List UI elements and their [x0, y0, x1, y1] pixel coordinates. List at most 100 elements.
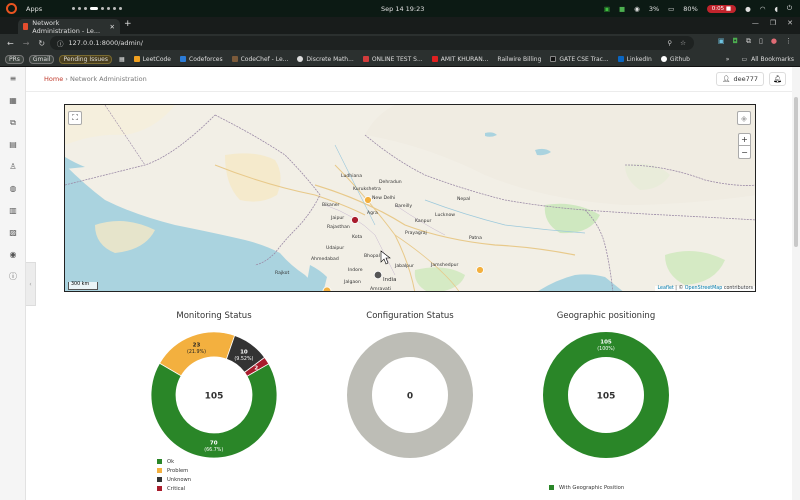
map-marker-problem[interactable]: [322, 286, 332, 292]
forward-icon[interactable]: →: [23, 39, 30, 48]
hamburger-menu-icon[interactable]: ≡: [8, 74, 18, 83]
back-icon[interactable]: ←: [7, 39, 14, 48]
osm-link[interactable]: OpenStreetMap: [685, 286, 723, 291]
extension-icon[interactable]: ▣: [718, 37, 725, 46]
bookmark-github[interactable]: Github: [659, 56, 692, 63]
map-place-label: Ahmedabad: [311, 257, 339, 262]
apps-label[interactable]: Apps: [26, 5, 42, 13]
extension-green-icon[interactable]: ◘: [732, 37, 738, 46]
map-attribution: Leaflet | © OpenStreetMap contributors: [655, 286, 755, 291]
bookmark-codechef[interactable]: CodeChef - Le...: [230, 56, 291, 63]
url-text[interactable]: 127.0.0.1:8000/admin/: [69, 39, 144, 47]
map-place-label: Dehradun: [379, 180, 402, 185]
profile-avatar-icon[interactable]: ●: [771, 37, 777, 46]
geographic-map[interactable]: Ludhiana Dehradun Kurukshetra New Delhi …: [64, 104, 756, 292]
legend-swatch: [549, 485, 554, 490]
legend-item-with-geographic-position[interactable]: With Geographic Position: [549, 483, 624, 492]
bookmark-railwire[interactable]: Railwire Billing: [495, 56, 543, 63]
layers-button[interactable]: ◈: [737, 111, 751, 125]
hierarchy-icon[interactable]: ♙: [8, 162, 18, 171]
ubuntu-logo-icon[interactable]: [6, 3, 17, 14]
minimize-icon[interactable]: —: [752, 19, 759, 27]
fullscreen-button[interactable]: ⛶: [68, 111, 82, 125]
map-place-label: Kurukshetra: [353, 187, 381, 192]
map-marker-critical[interactable]: [351, 216, 359, 224]
clock[interactable]: Sep 14 19:23: [381, 5, 424, 13]
configuration-status-chart[interactable]: 0: [340, 325, 480, 465]
legend-item-problem[interactable]: Problem: [157, 466, 191, 475]
monitoring-status-title: Monitoring Status: [176, 311, 252, 321]
dashboard-icon[interactable]: ▦: [8, 96, 18, 105]
sidepanel-icon[interactable]: ▯: [759, 37, 763, 46]
user-menu-button[interactable]: 👤︎ dee777: [716, 72, 764, 86]
legend-swatch: [157, 459, 162, 464]
monitoring-status-chart[interactable]: 70(66.7%) 23(21.9%) 10(9.52%)2 105: [144, 325, 284, 465]
address-bar[interactable]: ⓘ 127.0.0.1:8000/admin/ ⚲ ☆: [50, 36, 694, 50]
power-icon[interactable]: ⏻: [787, 4, 792, 13]
codeforces-icon: [180, 56, 186, 62]
zoom-in-button[interactable]: +: [738, 133, 751, 146]
bookmark-prs[interactable]: PRs: [5, 54, 24, 64]
username: dee777: [733, 75, 758, 83]
all-bookmarks-label[interactable]: All Bookmarks: [751, 56, 794, 63]
slice-label: 10: [240, 349, 248, 355]
volume-icon[interactable]: ◖: [774, 5, 777, 13]
legend-item-critical[interactable]: Critical: [157, 484, 191, 493]
bookmark-leetcode[interactable]: LeetCode: [132, 56, 173, 63]
extensions-puzzle-icon[interactable]: ⧉: [746, 37, 751, 46]
bookmark-star-icon[interactable]: ☆: [680, 39, 686, 47]
gate-icon: [550, 56, 557, 62]
close-window-icon[interactable]: ✕: [787, 19, 793, 27]
legend-label: Problem: [167, 467, 189, 474]
map-marker-problem[interactable]: [476, 266, 484, 274]
legend-swatch: [157, 468, 162, 473]
legend-item-unknown[interactable]: Unknown: [157, 475, 191, 484]
documents-icon[interactable]: ▤: [8, 140, 18, 149]
bookmark-gmail[interactable]: Gmail: [28, 54, 55, 64]
info-icon[interactable]: ⓘ: [8, 272, 18, 281]
restore-icon[interactable]: ❐: [770, 19, 776, 27]
legend-item-ok[interactable]: Ok: [157, 457, 191, 466]
fullscreen-icon: ⛶: [72, 113, 78, 122]
zoom-out-button[interactable]: −: [738, 146, 751, 159]
bookmark-gate-cse[interactable]: GATE CSE Trac...: [548, 56, 610, 63]
bookmark-linkedin[interactable]: LinkedIn: [616, 56, 654, 63]
tray-app-icon[interactable]: ▣: [604, 5, 610, 13]
leaflet-link[interactable]: Leaflet: [657, 286, 673, 291]
sidebar-collapse-toggle[interactable]: ‹: [26, 262, 36, 306]
browser-tab[interactable]: Network Administration - Le... ✕: [18, 19, 120, 35]
slice-label: (21.9%): [187, 349, 206, 355]
more-bookmarks-icon[interactable]: »: [726, 56, 730, 63]
network-topology-icon[interactable]: ⧉: [8, 118, 18, 127]
new-tab-icon[interactable]: +: [124, 19, 132, 29]
bookmark-discrete-math[interactable]: Discrete Math...: [295, 56, 355, 63]
bookmark-apps-grid[interactable]: ▦: [117, 56, 127, 63]
breadcrumb-home-link[interactable]: Home: [44, 75, 63, 83]
site-info-icon[interactable]: ⓘ: [57, 38, 64, 48]
zoom-search-icon[interactable]: ⚲: [667, 39, 672, 47]
map-place-label: Prayagraj: [405, 231, 427, 236]
map-marker-unknown[interactable]: [373, 270, 383, 280]
page-scrollbar[interactable]: [792, 67, 800, 500]
scrollbar-thumb[interactable]: [794, 97, 798, 247]
wifi-icon[interactable]: ◠: [760, 5, 766, 13]
screen-recording-indicator[interactable]: 0:05 ■: [706, 4, 737, 13]
menu-kebab-icon[interactable]: ⋮: [785, 37, 792, 46]
bookmark-amit-khurana[interactable]: AMIT KHURAN...: [430, 56, 491, 63]
tray-green-icon[interactable]: ■: [619, 5, 625, 13]
bookmark-pending-issues[interactable]: Pending Issues: [59, 54, 112, 64]
map-marker-problem[interactable]: [364, 196, 372, 204]
workspace-indicator[interactable]: [72, 7, 123, 10]
bookmark-online-test[interactable]: ONLINE TEST S...: [361, 56, 425, 63]
legend-label: Critical: [167, 485, 186, 492]
reports-icon[interactable]: ▨: [8, 228, 18, 237]
map-place-label: Jalgaon: [344, 280, 361, 285]
close-tab-icon[interactable]: ✕: [110, 23, 115, 31]
notifications-button[interactable]: 🔔︎: [769, 72, 786, 86]
location-pin-icon[interactable]: ◉: [8, 250, 18, 259]
geographic-positioning-chart[interactable]: 105(100%)105: [536, 325, 676, 465]
globe-icon[interactable]: ◍: [8, 184, 18, 193]
templates-icon[interactable]: ▥: [8, 206, 18, 215]
reload-icon[interactable]: ↻: [38, 39, 45, 48]
bookmark-codeforces[interactable]: Codeforces: [178, 56, 225, 63]
